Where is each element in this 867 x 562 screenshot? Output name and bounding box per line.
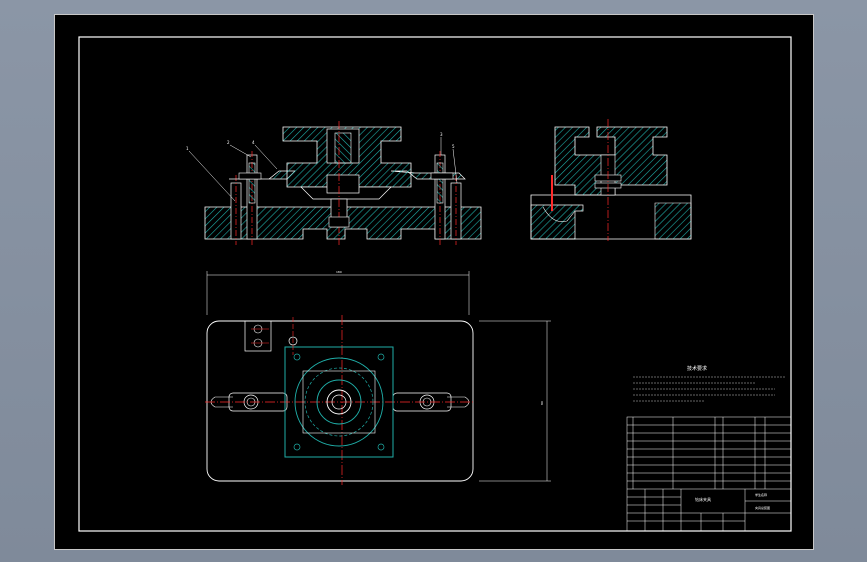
height-dimension: 80 bbox=[540, 401, 544, 405]
side-section-view bbox=[530, 119, 692, 241]
cad-drawing: 1 2 4 3 5 180 80 技术要求 钻床夹具 学生名称 夹具总装图 bbox=[78, 36, 792, 532]
balloon-1: 1 bbox=[186, 146, 189, 151]
plan-view: 180 80 bbox=[205, 270, 551, 485]
title-block bbox=[626, 416, 792, 532]
balloon-5: 5 bbox=[452, 144, 455, 149]
notes-title: 技术要求 bbox=[687, 365, 707, 372]
balloon-3: 3 bbox=[440, 132, 443, 137]
technical-notes: 技术要求 bbox=[633, 365, 785, 402]
title-block-unit: 学生名称 bbox=[755, 492, 767, 497]
balloon-2: 2 bbox=[227, 140, 230, 145]
balloon-4: 4 bbox=[252, 140, 255, 145]
drawing-sheet: 1 2 4 3 5 180 80 技术要求 钻床夹具 学生名称 夹具总装图 bbox=[54, 14, 814, 550]
front-section-view: 1 2 4 3 5 bbox=[186, 121, 482, 245]
width-dimension: 180 bbox=[336, 270, 342, 274]
title-block-title: 钻床夹具 bbox=[695, 496, 711, 502]
title-block-drawing-no: 夹具总装图 bbox=[755, 505, 770, 510]
